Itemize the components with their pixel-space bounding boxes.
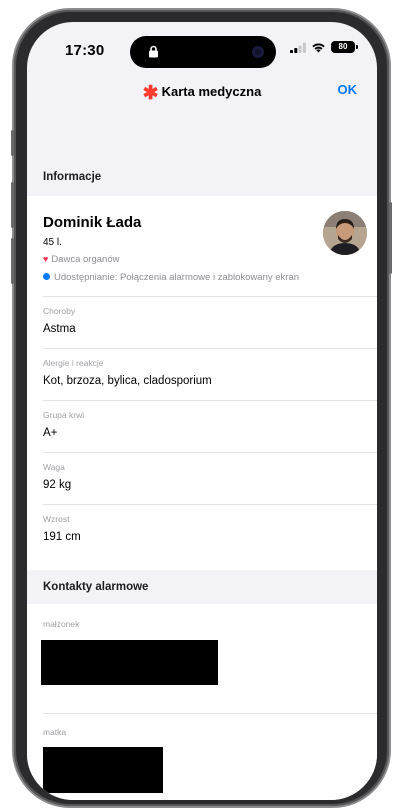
field-value: 191 cm (43, 531, 81, 543)
status-bar: 17:30 80 (27, 22, 377, 72)
field-conditions: Choroby Astma (43, 296, 377, 348)
wifi-icon (312, 42, 325, 52)
power-button (389, 202, 392, 274)
contacts-section-header: Kontakty alarmowe (43, 581, 149, 593)
organ-donor-label: Dawca organów (51, 254, 120, 265)
field-value: 92 kg (43, 479, 72, 491)
field-label: Wzrost (43, 514, 70, 524)
contact-relation: małżonek (43, 619, 80, 629)
dynamic-island (130, 36, 276, 68)
lock-icon (149, 45, 158, 58)
field-label: Grupa krwi (43, 410, 85, 420)
field-allergies: Alergie i reakcje Kot, brzoza, bylica, c… (43, 348, 377, 400)
page-title-text: Karta medyczna (161, 84, 262, 99)
field-weight: Waga 92 kg (43, 452, 377, 504)
medical-info-card: Dominik Łada 45 l. ♥ Dawca organów Udostę… (27, 196, 377, 570)
heart-icon: ♥ (43, 254, 49, 264)
field-label: Alergie i reakcje (43, 358, 104, 368)
redacted-contact-info (41, 640, 218, 685)
organ-donor-status: ♥ Dawca organów (43, 254, 119, 265)
camera-icon (252, 46, 264, 58)
nav-bar: ✱ Karta medyczna OK (27, 72, 377, 108)
signal-icon (290, 42, 306, 53)
sharing-dot-icon (43, 273, 50, 280)
person-age: 45 l. (43, 237, 62, 248)
volume-up-button (11, 182, 14, 228)
status-icons: 80 (290, 41, 358, 53)
sharing-label: Udostępnianie: Połączenia alarmowe i zab… (54, 272, 300, 283)
field-value: A+ (43, 427, 58, 439)
field-blood-type: Grupa krwi A+ (43, 400, 377, 452)
screen: 17:30 80 ✱ Karta medyczna OK Informacje … (27, 22, 377, 800)
field-label: Waga (43, 462, 65, 472)
page-title: ✱ Karta medyczna (27, 82, 377, 105)
action-button (11, 130, 14, 156)
field-label: Choroby (43, 306, 76, 316)
field-value: Kot, brzoza, bylica, cladosporium (43, 375, 212, 387)
redacted-contact-info (43, 747, 163, 793)
medical-asterisk-icon: ✱ (142, 83, 159, 104)
sharing-status: Udostępnianie: Połączenia alarmowe i zab… (43, 272, 299, 283)
volume-down-button (11, 238, 14, 284)
field-height: Wzrost 191 cm (43, 504, 377, 556)
contact-relation: matka (43, 727, 67, 737)
field-value: Astma (43, 323, 76, 335)
divider (43, 713, 377, 714)
avatar-photo (323, 211, 367, 255)
info-section-header: Informacje (43, 171, 102, 183)
battery-icon: 80 (331, 41, 358, 53)
ok-button[interactable]: OK (338, 82, 358, 97)
person-name: Dominik Łada (43, 214, 142, 231)
status-time: 17:30 (65, 42, 105, 59)
avatar (323, 211, 367, 255)
emergency-contacts-card: małżonek matka (27, 604, 377, 800)
